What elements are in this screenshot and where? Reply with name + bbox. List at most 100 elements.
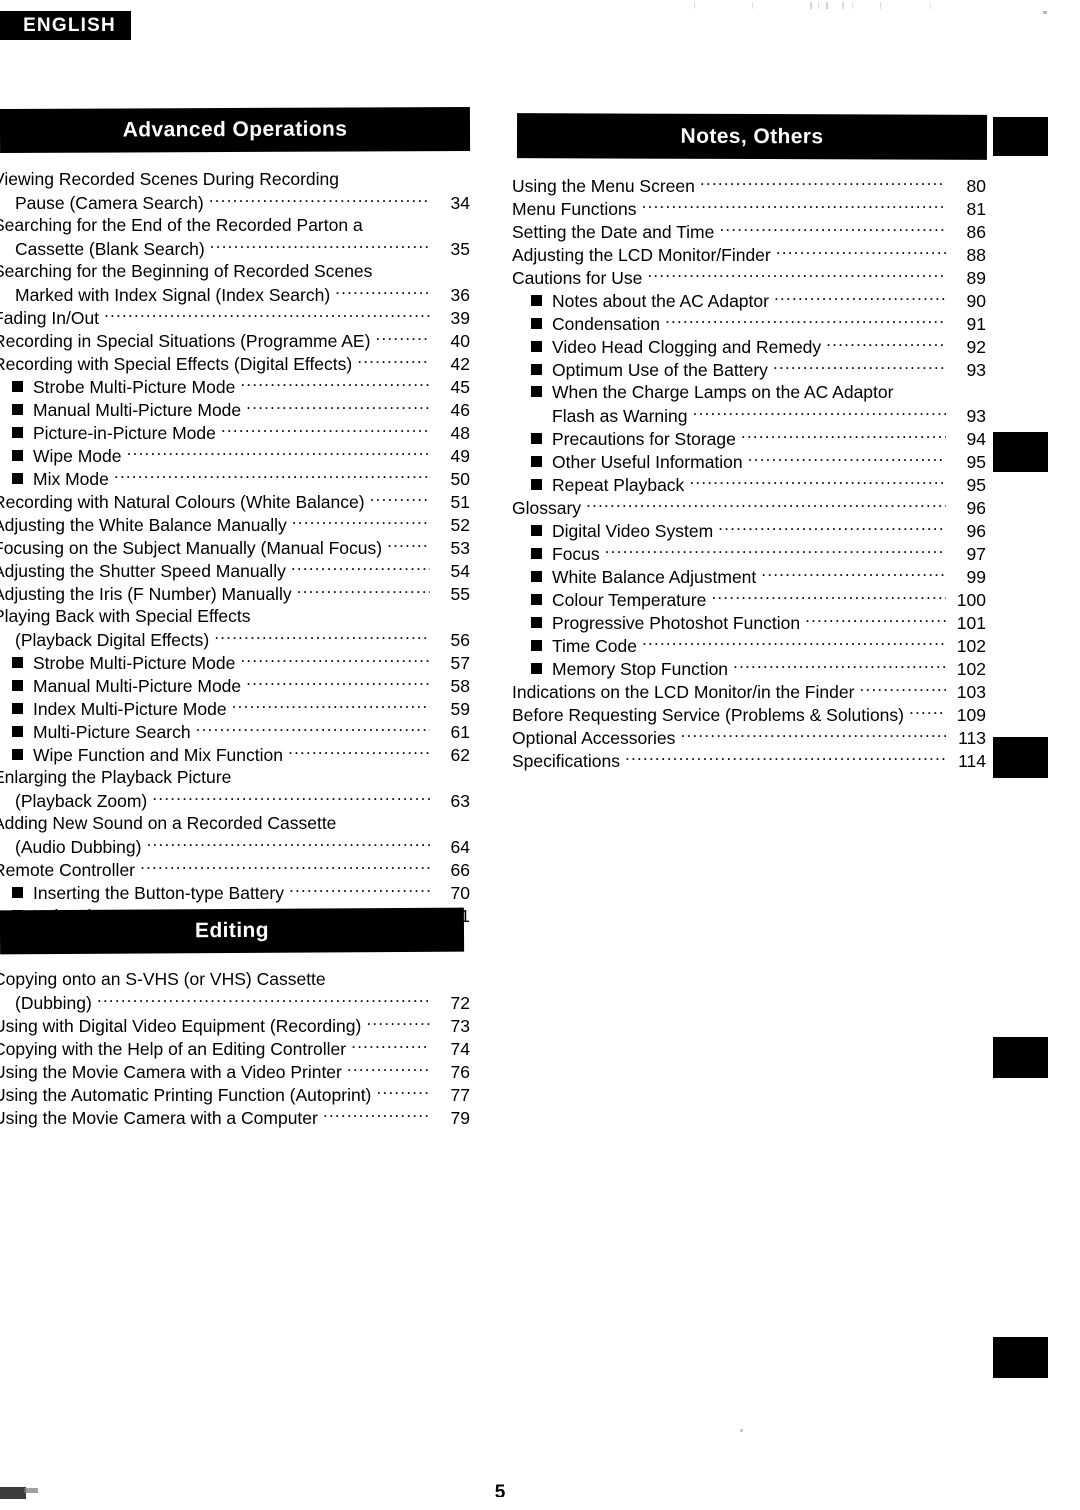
scan-artifact-speckle <box>690 2 1050 9</box>
dot-leader <box>297 582 430 600</box>
toc-entry-label: Copying onto an S-VHS (or VHS) Cassette <box>0 969 326 989</box>
toc-entry-page-number: 77 <box>450 1084 470 1105</box>
toc-entry: Using the Menu Screen 80 <box>512 174 986 197</box>
dot-leader <box>289 881 430 899</box>
dot-leader <box>288 743 430 761</box>
toc-entry-label: Optional Accessories <box>512 727 676 748</box>
bullet-square-icon <box>12 426 23 438</box>
bullet-square-icon <box>531 616 542 628</box>
toc-entry-page-number: 42 <box>450 353 470 374</box>
toc-entry: Specifications 114 <box>512 749 986 772</box>
scan-artifact-dot <box>1043 11 1047 14</box>
dot-leader <box>909 703 946 721</box>
toc-entry: Copying onto an S-VHS (or VHS) Cassette <box>0 968 470 991</box>
toc-entry: Using the Movie Camera with a Computer 79 <box>0 1106 470 1129</box>
bullet-square-icon <box>12 472 23 484</box>
dot-leader <box>291 559 430 577</box>
toc-entry-label: Adjusting the LCD Monitor/Finder <box>512 244 771 265</box>
toc-entry-page-number: 89 <box>966 267 986 288</box>
toc-entry: Recording with Natural Colours (White Ba… <box>0 490 470 513</box>
edge-index-tab <box>993 737 1048 778</box>
toc-entry: Condensation 91 <box>512 312 986 335</box>
toc-entry-label: Focusing on the Subject Manually (Manual… <box>0 537 383 558</box>
toc-entry-page-number: 94 <box>966 428 986 449</box>
toc-entry-label: Optimum Use of the Battery <box>552 359 768 380</box>
toc-entry-page-number: 66 <box>450 859 470 880</box>
toc-entry-label: Adjusting the Shutter Speed Manually <box>0 560 286 581</box>
toc-entry-label: Flash as Warning <box>552 405 688 426</box>
toc-entry: Video Head Clogging and Remedy 92 <box>512 335 986 358</box>
toc-entry-label: Other Useful Information <box>552 451 743 472</box>
toc-entry-page-number: 34 <box>450 192 470 213</box>
toc-entry-page-number: 113 <box>958 727 986 748</box>
toc-entry: Adding New Sound on a Recorded Cassette <box>0 812 470 835</box>
dot-leader <box>335 283 430 301</box>
dot-leader <box>127 444 430 462</box>
toc-entry-page-number: 95 <box>966 451 986 472</box>
toc-entry: Repeat Playback 95 <box>512 473 986 496</box>
toc-entry-page-number: 102 <box>956 635 986 656</box>
toc-entry-label: Manual Multi-Picture Mode <box>33 399 242 420</box>
bullet-square-icon <box>12 449 23 461</box>
toc-entry-page-number: 76 <box>450 1061 470 1082</box>
toc-entry: Wipe Mode 49 <box>0 444 470 467</box>
bullet-square-icon <box>12 380 23 392</box>
dot-leader <box>146 835 430 853</box>
bullet-square-icon <box>531 639 542 651</box>
toc-entry-page-number: 79 <box>450 1107 470 1128</box>
toc-entry-label: Adjusting the White Balance Manually <box>0 514 287 535</box>
toc-entry-page-number: 96 <box>966 520 986 541</box>
toc-entry-label: (Dubbing) <box>15 992 92 1013</box>
toc-entry: Remote Controller 66 <box>0 858 470 881</box>
toc-entry-page-number: 80 <box>966 175 986 196</box>
toc-entry: Mix Mode 50 <box>0 467 470 490</box>
toc-entry: Recording with Special Effects (Digital … <box>0 352 470 375</box>
toc-entry-label: Digital Video System <box>552 520 714 541</box>
toc-entry-page-number: 49 <box>450 445 470 466</box>
toc-entry: (Playback Zoom) 63 <box>0 789 470 812</box>
toc-entry-label: Notes about the AC Adaptor <box>552 290 769 311</box>
bullet-square-icon <box>531 455 542 467</box>
toc-entry: Menu Functions 81 <box>512 197 986 220</box>
toc-entry-page-number: 70 <box>450 882 470 903</box>
toc-entry-page-number: 48 <box>450 422 470 443</box>
bullet-square-icon <box>12 656 23 668</box>
toc-entry-label: Searching for the End of the Recorded Pa… <box>0 215 363 235</box>
toc-entry-label: Mix Mode <box>33 468 109 489</box>
toc-entry: Wipe Function and Mix Function 62 <box>0 743 470 766</box>
toc-entry-label: Wipe Function and Mix Function <box>33 744 283 765</box>
dot-leader <box>375 329 430 347</box>
dot-leader <box>774 289 946 307</box>
bullet-square-icon <box>12 725 23 737</box>
toc-entry-page-number: 91 <box>966 313 986 334</box>
edge-index-tab <box>993 1337 1048 1378</box>
toc-entry: Focus 97 <box>512 542 986 565</box>
dot-leader <box>140 858 430 876</box>
toc-entry: Index Multi-Picture Mode 59 <box>0 697 470 720</box>
bullet-square-icon <box>531 570 542 582</box>
toc-entry-label: Glossary <box>512 497 582 518</box>
toc-entry-page-number: 72 <box>450 992 470 1013</box>
dot-leader <box>246 398 430 416</box>
toc-entry-label: Pause (Camera Search) <box>15 192 204 213</box>
dot-leader <box>104 306 430 324</box>
toc-entry-page-number: 74 <box>450 1038 470 1059</box>
dot-leader <box>196 720 430 738</box>
section-header-advanced-operations: Advanced Operations <box>0 106 471 154</box>
toc-entry-label: Cautions for Use <box>512 267 643 288</box>
dot-leader <box>221 421 430 439</box>
toc-entry: Marked with Index Signal (Index Search) 3… <box>0 283 470 306</box>
toc-entry-page-number: 93 <box>966 405 986 426</box>
dot-leader <box>357 352 430 370</box>
toc-list-advanced-operations: Viewing Recorded Scenes During Recording… <box>0 168 470 927</box>
toc-entry-page-number: 114 <box>958 750 986 771</box>
bullet-square-icon <box>531 340 542 352</box>
toc-entry-label: Picture-in-Picture Mode <box>33 422 216 443</box>
toc-entry: Digital Video System 96 <box>512 519 986 542</box>
toc-entry: Cassette (Blank Search) 35 <box>0 237 470 260</box>
toc-entry: Manual Multi-Picture Mode 46 <box>0 398 470 421</box>
dot-leader <box>776 243 946 261</box>
toc-entry: Progressive Photoshot Function 101 <box>512 611 986 634</box>
toc-entry: Indications on the LCD Monitor/in the Fi… <box>512 680 986 703</box>
toc-entry-label: Setting the Date and Time <box>512 221 715 242</box>
